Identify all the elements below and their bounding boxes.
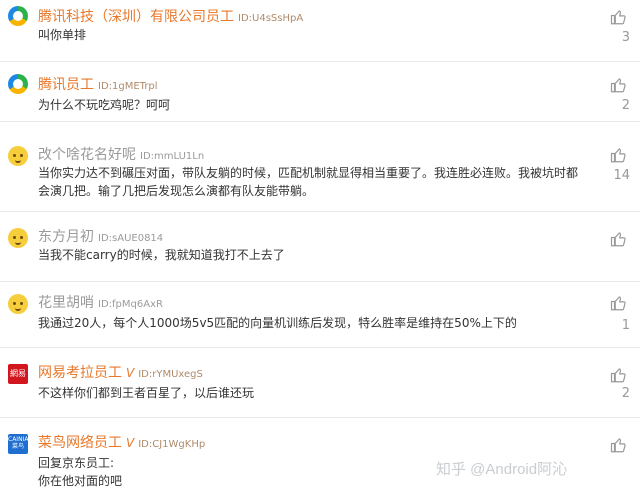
author-id: ID:sAUE0814 xyxy=(98,233,164,244)
comment-author[interactable]: 腾讯科技（深圳）有限公司员工 ID:U4sSsHpA xyxy=(38,6,303,26)
author-id: ID:U4sSsHpA xyxy=(238,13,304,24)
author-name[interactable]: 菜鸟网络员工 xyxy=(38,435,122,451)
comment-item: 腾讯科技（深圳）有限公司员工 ID:U4sSsHpA 叫你单排 3 xyxy=(0,0,640,62)
comment-item: 东方月初 ID:sAUE0814 当我不能carry的时候，我就知道我打不上去了 xyxy=(0,212,640,282)
like-count: 3 xyxy=(621,30,630,45)
like-count: 14 xyxy=(613,168,630,183)
author-id: ID:mmLU1Ln xyxy=(140,151,205,162)
avatar[interactable]: CAINIAO 菜鸟 xyxy=(8,434,28,454)
author-id: ID:rYMUxegS xyxy=(138,369,203,380)
author-id: ID:CJ1WgKHp xyxy=(138,439,206,450)
comment-item: 花里胡哨 ID:fpMq6AxR 我通过20人，每个人1000场5v5匹配的向量机… xyxy=(0,282,640,348)
verified-badge: V xyxy=(126,436,135,450)
avatar[interactable] xyxy=(8,6,28,26)
comment-item: 網易 网易考拉员工 V ID:rYMUxegS 不这样你们都到王者百星了，以后谁还玩… xyxy=(0,348,640,418)
comment-text: 我通过20人，每个人1000场5v5匹配的向量机训练后发现，特么胜率是维持在50… xyxy=(38,316,517,330)
comment-author[interactable]: 花里胡哨 ID:fpMq6AxR xyxy=(38,292,163,312)
like-count: 2 xyxy=(621,98,630,113)
comment-item: 改个啥花名好呢 ID:mmLU1Ln 当你实力达不到碾压对面，带队友躺的时候，匹配… xyxy=(0,122,640,212)
verified-badge: V xyxy=(126,366,135,380)
author-name[interactable]: 腾讯科技（深圳）有限公司员工 xyxy=(38,9,234,25)
comment-text: 为什么不玩吃鸡呢？呵呵 xyxy=(38,98,171,112)
thumbs-up-icon[interactable] xyxy=(610,230,628,248)
avatar[interactable] xyxy=(8,74,28,94)
watermark: 知乎 @Android阿沁 xyxy=(436,461,568,478)
author-id: ID:fpMq6AxR xyxy=(98,299,163,310)
comment-author[interactable]: 网易考拉员工 V ID:rYMUxegS xyxy=(38,362,203,382)
like-count: 1 xyxy=(621,318,630,333)
avatar[interactable] xyxy=(8,294,28,314)
avatar[interactable] xyxy=(8,228,28,248)
avatar[interactable] xyxy=(8,146,28,166)
comment-item: CAINIAO 菜鸟 菜鸟网络员工VID:CJ1WgKHp 回复京东员工: 你在… xyxy=(0,418,640,496)
author-name[interactable]: 东方月初 xyxy=(38,229,94,245)
comment-author[interactable]: 东方月初 ID:sAUE0814 xyxy=(38,226,163,246)
comment-text: 当我不能carry的时候，我就知道我打不上去了 xyxy=(38,248,285,262)
comment-text: 不这样你们都到王者百星了，以后谁还玩 xyxy=(38,386,255,400)
comment-item: 腾讯员工 ID:1gMETrpl 为什么不玩吃鸡呢？呵呵 2 xyxy=(0,62,640,122)
author-id: ID:1gMETrpl xyxy=(98,81,158,92)
comment-text: 当你实力达不到碾压对面，带队友躺的时候，匹配机制就显得相当重要了。我连胜必连败。… xyxy=(38,166,579,198)
comment-text: 叫你单排 xyxy=(38,28,87,42)
thumbs-up-icon[interactable] xyxy=(610,76,628,94)
author-name[interactable]: 花里胡哨 xyxy=(38,295,94,311)
thumbs-up-icon[interactable] xyxy=(610,436,628,454)
author-name[interactable]: 改个啥花名好呢 xyxy=(38,147,136,163)
avatar[interactable]: 網易 xyxy=(8,364,28,384)
author-name[interactable]: 网易考拉员工 xyxy=(38,365,122,381)
thumbs-up-icon[interactable] xyxy=(610,366,628,384)
comment-author[interactable]: 菜鸟网络员工 V ID:CJ1WgKHp xyxy=(38,432,205,452)
thumbs-up-icon[interactable] xyxy=(610,146,628,164)
thumbs-up-icon[interactable] xyxy=(610,8,628,26)
comment-author[interactable]: 改个啥花名好呢 ID:mmLU1Ln xyxy=(38,144,204,164)
like-count: 2 xyxy=(621,386,630,401)
comment-author[interactable]: 腾讯员工 ID:1gMETrpl xyxy=(38,74,158,94)
author-name[interactable]: 腾讯员工 xyxy=(38,77,94,93)
thumbs-up-icon[interactable] xyxy=(610,294,628,312)
